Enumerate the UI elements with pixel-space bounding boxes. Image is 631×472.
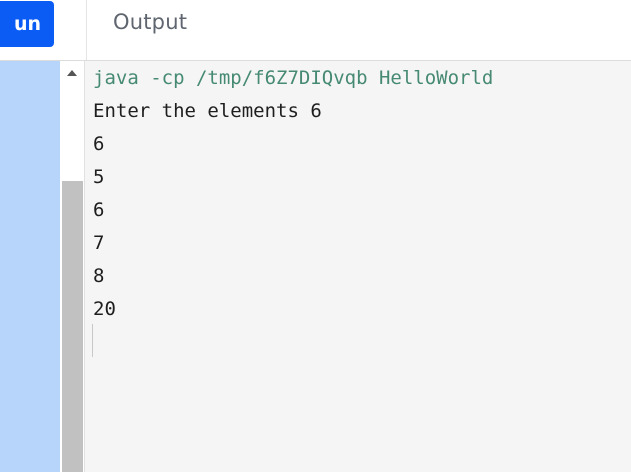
console-line: 6 — [93, 199, 105, 221]
header-divider — [86, 0, 87, 60]
console-command-line: java -cp /tmp/f6Z7DIQvqb HelloWorld — [93, 67, 494, 89]
output-panel-title: Output — [113, 10, 188, 34]
console-line: 8 — [93, 265, 105, 287]
console-line: 5 — [93, 166, 105, 188]
run-button[interactable]: un — [0, 1, 54, 47]
console-line: 7 — [93, 232, 105, 254]
scroll-up-arrow-icon[interactable] — [67, 70, 77, 76]
console-line: 6 — [93, 133, 105, 155]
code-editor-panel[interactable] — [0, 61, 60, 472]
input-caret[interactable] — [92, 324, 93, 357]
console-line: 20 — [93, 298, 116, 320]
console-line: Enter the elements 6 — [93, 100, 322, 122]
output-header: un Output — [0, 0, 631, 61]
scrollbar-thumb[interactable] — [62, 181, 83, 472]
